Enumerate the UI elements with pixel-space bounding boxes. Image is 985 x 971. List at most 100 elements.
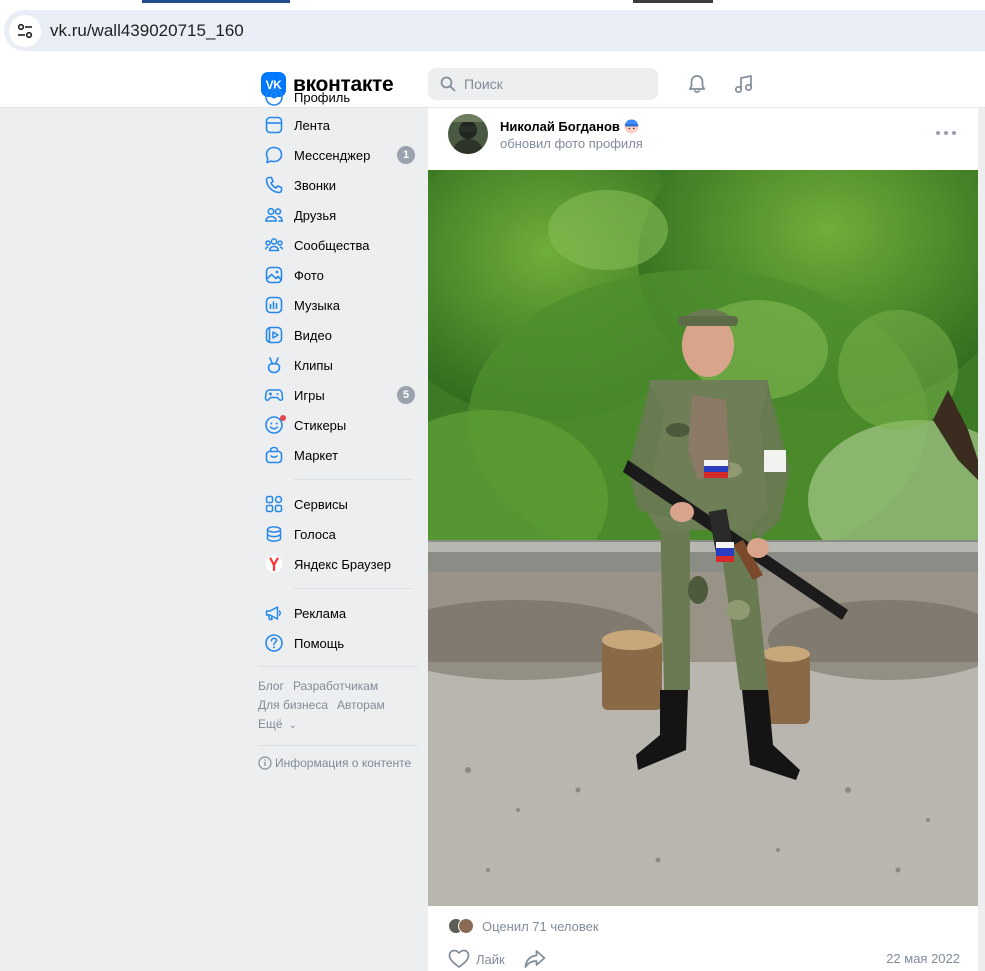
chevron-down-icon: ⌄	[288, 720, 297, 731]
notification-dot	[280, 415, 286, 421]
services-icon	[264, 494, 284, 514]
footer-link-developers[interactable]: Разработчикам	[293, 679, 378, 693]
post-date[interactable]: 22 мая 2022	[886, 951, 960, 966]
browser-tab-indicator	[633, 0, 713, 3]
sidebar-item-label: Друзья	[294, 207, 337, 223]
footer-link-authors[interactable]: Авторам	[337, 698, 385, 712]
info-icon	[258, 756, 272, 770]
communities-icon	[264, 235, 284, 255]
author-name-text: Николай Богданов	[500, 119, 620, 134]
stickers-icon	[264, 415, 286, 435]
sidebar-item-label: Лента	[294, 117, 330, 133]
sidebar-footer-divider	[258, 745, 418, 746]
sidebar-item-help[interactable]: Помощь	[258, 628, 418, 658]
sidebar-item-games[interactable]: Игры 5	[258, 380, 418, 410]
music-icon[interactable]	[732, 72, 756, 96]
sidebar-footer-divider	[258, 666, 418, 667]
votes-icon	[264, 524, 284, 544]
sidebar-item-ads[interactable]: Реклама	[258, 598, 418, 628]
friends-icon	[264, 205, 284, 225]
bell-icon[interactable]	[685, 72, 709, 96]
clips-icon	[264, 355, 284, 375]
music-icon	[264, 295, 284, 315]
footer-more-dropdown[interactable]: Ещё ⌄	[258, 715, 418, 735]
sidebar-item-label: Звонки	[294, 177, 336, 193]
footer-link-blog[interactable]: Блог	[258, 679, 284, 693]
sidebar-item-music[interactable]: Музыка	[258, 290, 418, 320]
footer-link-business[interactable]: Для бизнеса	[258, 698, 328, 712]
post-photo[interactable]	[428, 170, 978, 906]
url-text[interactable]: vk.ru/wall439020715_160	[50, 21, 244, 41]
video-icon	[264, 325, 284, 345]
sidebar-item-label: Музыка	[294, 297, 340, 313]
sidebar-divider	[293, 588, 413, 589]
market-icon	[264, 445, 284, 465]
sidebar-item-label: Фото	[294, 267, 324, 283]
sidebar-item-label: Профиль	[294, 89, 351, 105]
sidebar-item-label: Мессенджер	[294, 147, 371, 163]
vk-header: VK вконтакте	[0, 60, 985, 108]
games-badge: 5	[397, 386, 415, 404]
search-box[interactable]	[428, 68, 658, 100]
sidebar-item-label: Голоса	[294, 526, 336, 542]
sidebar-item-label: Помощь	[294, 635, 345, 651]
search-icon	[440, 76, 456, 92]
wall-post: Николай Богданов обновил фото профиля Оц…	[428, 108, 978, 971]
sidebar-item-calls[interactable]: Звонки	[258, 170, 418, 200]
share-icon	[524, 950, 546, 968]
sidebar-item-friends[interactable]: Друзья	[258, 200, 418, 230]
avatar[interactable]	[448, 114, 488, 154]
sidebar-item-clips[interactable]: Клипы	[258, 350, 418, 380]
liker-avatar	[458, 918, 474, 934]
browser-tab-indicator	[142, 0, 290, 3]
sidebar-item-label: Клипы	[294, 357, 333, 373]
sidebar-item-feed[interactable]: Лента	[258, 110, 418, 140]
sidebar-item-services[interactable]: Сервисы	[258, 489, 418, 519]
sidebar-item-market[interactable]: Маркет	[258, 440, 418, 470]
sidebar-item-votes[interactable]: Голоса	[258, 519, 418, 549]
sidebar-item-label: Видео	[294, 327, 332, 343]
sidebar-item-communities[interactable]: Сообщества	[258, 230, 418, 260]
sidebar-item-label: Реклама	[294, 605, 347, 621]
likes-summary[interactable]: Оценил 71 человек	[448, 918, 599, 934]
sidebar-item-label: Яндекс Браузер	[294, 556, 391, 572]
like-button[interactable]: Лайк	[448, 949, 505, 969]
sidebar: Профиль Лента Мессенджер 1 Звонки Друзья…	[258, 88, 418, 770]
unread-badge: 1	[397, 146, 415, 164]
help-icon	[264, 633, 284, 653]
content-info-label: Информация о контенте	[275, 756, 412, 770]
site-info-icon[interactable]	[9, 14, 41, 47]
profile-icon	[264, 87, 284, 107]
post-subtitle: обновил фото профиля	[500, 136, 643, 151]
sidebar-footer-links: Блог Разработчикам Для бизнеса Авторам Ещё…	[258, 677, 418, 735]
ads-icon	[264, 603, 284, 623]
heart-icon	[448, 949, 470, 968]
sidebar-item-label: Сервисы	[294, 496, 348, 512]
games-icon	[264, 385, 284, 405]
sidebar-divider	[293, 479, 413, 480]
phone-icon	[264, 175, 284, 195]
sidebar-item-profile[interactable]: Профиль	[258, 84, 418, 110]
address-bar[interactable]: vk.ru/wall439020715_160	[4, 10, 985, 51]
photo-icon	[264, 265, 284, 285]
avatar-emoji-icon	[624, 119, 639, 134]
more-options-icon[interactable]	[936, 128, 956, 138]
feed-icon	[264, 115, 284, 135]
sidebar-item-yandex-browser[interactable]: Яндекс Браузер	[258, 549, 418, 579]
post-author-name[interactable]: Николай Богданов	[500, 119, 639, 134]
footer-more-label: Ещё	[258, 717, 283, 731]
like-label: Лайк	[476, 951, 505, 967]
share-button[interactable]	[524, 949, 546, 969]
browser-toolbar: vk.ru/wall439020715_160	[0, 0, 985, 60]
sidebar-item-label: Маркет	[294, 447, 339, 463]
sidebar-item-photo[interactable]: Фото	[258, 260, 418, 290]
sidebar-item-label: Стикеры	[294, 417, 347, 433]
sidebar-item-label: Игры	[294, 387, 325, 403]
sidebar-item-messenger[interactable]: Мессенджер 1	[258, 140, 418, 170]
search-input[interactable]	[464, 76, 644, 92]
post-actions: Лайк 22 мая 2022	[448, 947, 960, 971]
yandex-icon	[264, 554, 284, 574]
content-info-link[interactable]: Информация о контенте	[258, 756, 418, 770]
sidebar-item-video[interactable]: Видео	[258, 320, 418, 350]
sidebar-item-stickers[interactable]: Стикеры	[258, 410, 418, 440]
